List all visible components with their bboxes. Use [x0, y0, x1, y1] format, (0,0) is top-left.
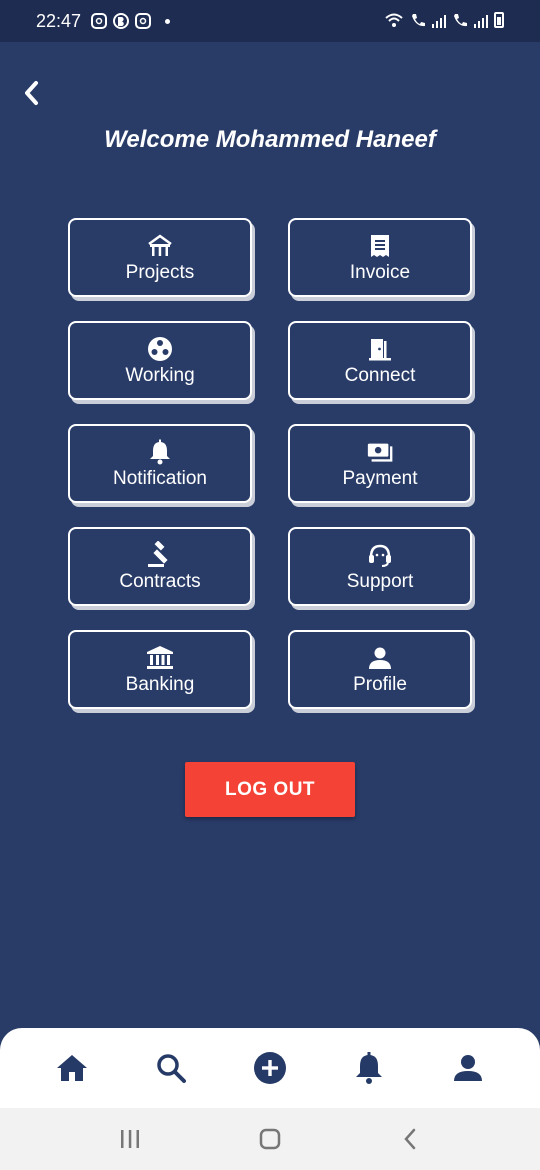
support-button[interactable]: Support [288, 527, 472, 606]
page-title: Welcome Mohammed Haneef [104, 126, 436, 153]
building-icon [146, 232, 174, 260]
logout-button[interactable]: LOG OUT [185, 762, 355, 817]
menu-grid: Projects Invoice Working Connect Notific… [68, 218, 472, 709]
dot-icon [165, 18, 171, 24]
profile-label: Profile [353, 673, 407, 695]
battery-charging-icon [494, 12, 504, 28]
payment-button[interactable]: Payment [288, 424, 472, 503]
back-system-button[interactable] [390, 1119, 430, 1159]
system-status-icons [384, 12, 504, 28]
search-icon [157, 1054, 186, 1083]
b-chat-icon [113, 13, 130, 29]
user-icon [366, 644, 394, 672]
notification-icons [91, 13, 171, 29]
working-label: Working [125, 364, 195, 386]
working-button[interactable]: Working [68, 321, 252, 400]
connect-button[interactable]: Connect [288, 321, 472, 400]
headset-icon [366, 541, 394, 569]
status-time: 22:47 [36, 10, 82, 31]
add-circle-icon [253, 1052, 286, 1084]
user-icon [454, 1055, 483, 1081]
home-square-icon [259, 1128, 281, 1150]
instagram-icon [135, 13, 152, 29]
home-icon [56, 1055, 87, 1081]
instagram-icon [91, 13, 108, 29]
system-navigation-bar [0, 1108, 540, 1170]
signal-1-icon [432, 14, 446, 28]
bottom-navigation [0, 1028, 540, 1108]
recent-apps-icon [121, 1130, 139, 1148]
bell-icon [356, 1052, 383, 1084]
projects-label: Projects [125, 261, 195, 283]
projects-button[interactable]: Projects [68, 218, 252, 297]
recent-apps-button[interactable] [110, 1119, 150, 1159]
bank-icon [146, 644, 174, 672]
receipt-icon [366, 232, 394, 260]
wifi-icon [385, 13, 403, 27]
money-icon [366, 438, 394, 466]
home-system-button[interactable] [250, 1119, 290, 1159]
support-label: Support [346, 570, 414, 592]
connect-label: Connect [344, 364, 416, 386]
call-icon [454, 14, 467, 27]
status-bar: 22:47 [0, 0, 540, 42]
gavel-icon [146, 540, 174, 569]
invoice-button[interactable]: Invoice [288, 218, 472, 297]
back-arrow-icon [404, 1128, 416, 1150]
signal-2-icon [474, 14, 488, 28]
chevron-left-icon [25, 81, 38, 105]
banking-button[interactable]: Banking [68, 630, 252, 709]
notification-label: Notification [113, 467, 207, 489]
notification-button[interactable]: Notification [68, 424, 252, 503]
profile-button[interactable]: Profile [288, 630, 472, 709]
contracts-label: Contracts [119, 570, 201, 592]
nav-notifications[interactable] [349, 1048, 389, 1088]
back-button[interactable] [16, 78, 46, 108]
nav-profile[interactable] [448, 1048, 488, 1088]
contracts-button[interactable]: Contracts [68, 527, 252, 606]
invoice-label: Invoice [349, 261, 411, 283]
film-reel-icon [146, 335, 174, 363]
bell-icon [146, 438, 174, 466]
nav-home[interactable] [52, 1048, 92, 1088]
call-icon [412, 14, 425, 27]
nav-add[interactable] [250, 1048, 290, 1088]
nav-search[interactable] [151, 1048, 191, 1088]
door-icon [366, 335, 394, 363]
banking-label: Banking [125, 673, 195, 695]
payment-label: Payment [342, 467, 418, 489]
